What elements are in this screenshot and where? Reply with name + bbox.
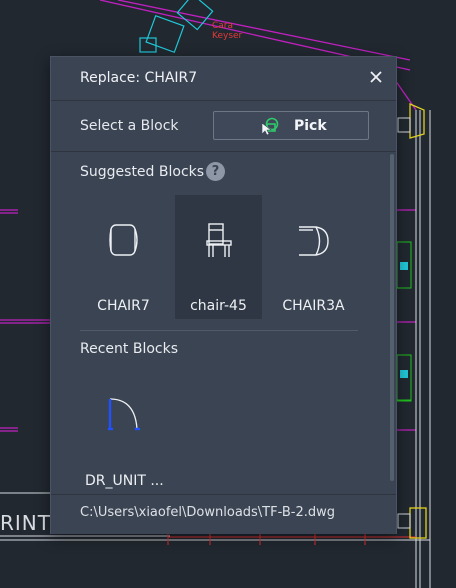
pick-button[interactable]: Pick (213, 111, 369, 140)
dialog-footer: C:\Users\xiaofel\Downloads\TF-B-2.dwg (51, 494, 396, 534)
chair-top-view-icon (109, 224, 138, 256)
pick-cursor-icon (261, 117, 279, 135)
cad-name-label: Cara Keyser (212, 21, 243, 41)
door-swing-icon (108, 398, 140, 431)
vertical-scrollbar[interactable] (390, 154, 394, 481)
suggested-block-chair7[interactable]: CHAIR7 (80, 195, 167, 319)
close-button[interactable] (368, 68, 384, 86)
suggested-block-chair3a[interactable]: CHAIR3A (270, 195, 357, 319)
dialog-header: Replace: CHAIR7 (51, 57, 396, 101)
recent-block-label: DR_UNIT ... (85, 473, 164, 489)
chair-side-view-icon (299, 226, 329, 256)
suggested-block-label: chair-45 (190, 298, 247, 314)
replace-block-dialog: Replace: CHAIR7 Select a Block Pick Sugg… (50, 56, 397, 534)
select-block-label: Select a Block (80, 118, 179, 134)
recent-blocks-heading: Recent Blocks (80, 341, 178, 357)
suggested-blocks-heading: Suggested Blocks (80, 164, 205, 180)
dialog-title: Replace: CHAIR7 (80, 70, 198, 86)
select-block-row: Select a Block Pick (51, 102, 396, 152)
section-divider (80, 330, 358, 331)
pick-label: Pick (294, 118, 327, 134)
suggested-block-chair-45[interactable]: chair-45 (175, 195, 262, 319)
help-icon[interactable]: ? (206, 162, 225, 181)
suggested-block-label: CHAIR3A (282, 298, 345, 314)
suggested-block-label: CHAIR7 (97, 298, 150, 314)
recent-block-dr-unit[interactable]: DR_UNIT ... (80, 375, 180, 495)
close-icon (370, 71, 382, 83)
chair-front-view-icon (206, 223, 232, 257)
file-path-text: C:\Users\xiaofel\Downloads\TF-B-2.dwg (80, 505, 335, 520)
